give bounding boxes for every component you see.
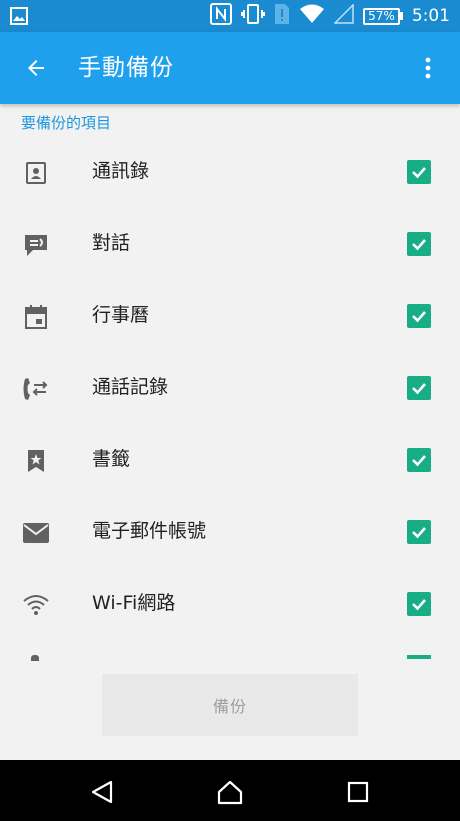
- item-label: 通話記錄: [92, 376, 169, 398]
- wifi-status-icon: [299, 4, 325, 28]
- check-icon: [412, 311, 426, 323]
- status-bar: 57% 5:01: [0, 0, 460, 32]
- list-item-conversations[interactable]: 對話: [0, 207, 460, 279]
- list-item-call-log[interactable]: 通話記錄: [0, 351, 460, 423]
- item-checkbox[interactable]: [407, 304, 431, 328]
- item-checkbox[interactable]: [407, 160, 431, 184]
- item-checkbox[interactable]: [407, 448, 431, 472]
- nav-back-icon: [91, 780, 113, 804]
- item-checkbox[interactable]: [407, 592, 431, 616]
- item-checkbox[interactable]: [407, 232, 431, 256]
- battery-level: 57%: [363, 7, 400, 25]
- list-item-email-accounts[interactable]: 電子郵件帳號: [0, 495, 460, 567]
- item-checkbox[interactable]: [407, 376, 431, 400]
- nfc-icon: [210, 3, 233, 29]
- call-log-icon: [22, 375, 50, 403]
- item-label: 書籤: [92, 448, 131, 470]
- list-item-contacts[interactable]: 通訊錄: [0, 135, 460, 207]
- nav-back-button[interactable]: [80, 770, 124, 814]
- calendar-icon: [22, 303, 50, 331]
- nav-recent-apps-button[interactable]: [336, 770, 380, 814]
- gallery-icon: [10, 0, 28, 32]
- more-vert-icon: [425, 57, 431, 79]
- partial-checkbox[interactable]: [407, 655, 431, 659]
- back-button[interactable]: [16, 48, 56, 88]
- recent-apps-icon: [347, 781, 369, 803]
- list-item-bookmarks[interactable]: 書籤: [0, 423, 460, 495]
- backup-items-screen: 要備份的項目 通訊錄 對話 行事曆 通話記錄 書籤 電子郵件帳號 Wi-Fi網路: [0, 104, 460, 760]
- list-item-wifi-networks[interactable]: Wi-Fi網路: [0, 567, 460, 639]
- item-label: 電子郵件帳號: [92, 520, 207, 542]
- arrow-back-icon: [28, 60, 44, 76]
- battery-icon: 57%: [363, 7, 403, 25]
- check-icon: [412, 455, 426, 467]
- check-icon: [412, 527, 426, 539]
- navigation-bar: [0, 760, 460, 821]
- app-bar: 手動備份: [0, 32, 460, 104]
- email-icon: [22, 519, 50, 547]
- overflow-menu-button[interactable]: [408, 48, 448, 88]
- item-checkbox[interactable]: [407, 520, 431, 544]
- bookmark-icon: [22, 447, 50, 475]
- home-icon: [217, 780, 243, 805]
- item-label: 行事曆: [92, 304, 150, 326]
- action-area: 備份: [0, 665, 460, 760]
- vibrate-icon: [241, 3, 266, 29]
- sim-alert-icon: [274, 3, 290, 29]
- page-title: 手動備份: [78, 55, 174, 81]
- item-label: 通訊錄: [92, 160, 150, 182]
- list-item-calendar[interactable]: 行事曆: [0, 279, 460, 351]
- check-icon: [412, 167, 426, 179]
- clock: 5:01: [411, 6, 450, 26]
- backup-button[interactable]: 備份: [102, 674, 358, 736]
- check-icon: [412, 599, 426, 611]
- check-icon: [412, 383, 426, 395]
- backup-item-list: 通訊錄 對話 行事曆 通話記錄 書籤 電子郵件帳號 Wi-Fi網路: [0, 135, 460, 679]
- item-label: 對話: [92, 232, 131, 254]
- cell-signal-icon: [333, 3, 354, 28]
- nav-home-button[interactable]: [208, 770, 252, 814]
- contact-icon: [22, 159, 50, 187]
- message-icon: [22, 231, 50, 259]
- partial-icon: [31, 655, 39, 661]
- check-icon: [412, 239, 426, 251]
- status-icons: 57% 5:01: [210, 0, 450, 32]
- wifi-icon: [22, 591, 50, 619]
- section-header: 要備份的項目: [21, 114, 112, 132]
- item-label: Wi-Fi網路: [92, 592, 176, 614]
